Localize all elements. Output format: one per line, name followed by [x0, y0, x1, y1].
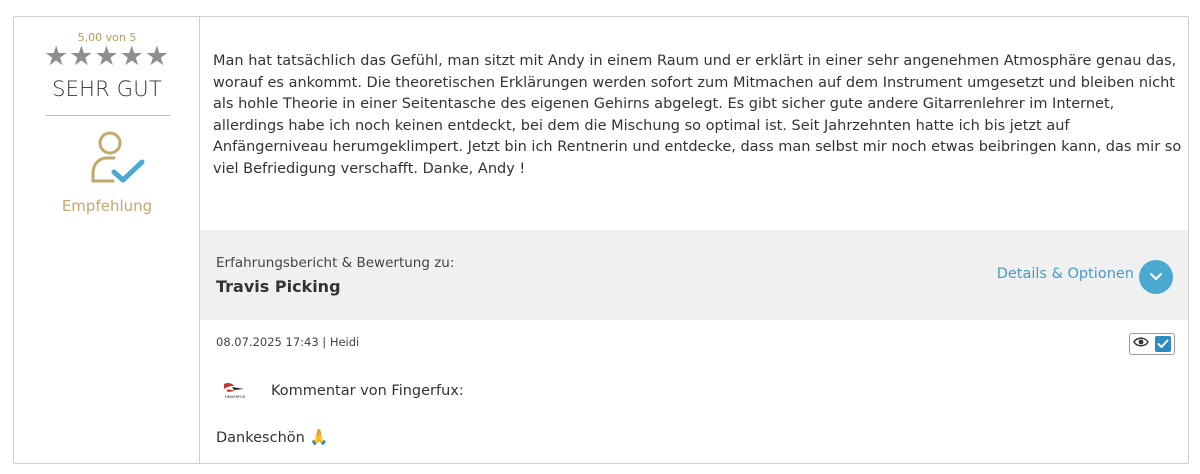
divider	[46, 115, 170, 116]
checkbox-checked-icon[interactable]	[1155, 336, 1171, 352]
user-check-icon	[91, 131, 145, 183]
review-card: 5,00 von 5 ★★★★★ SEHR GUT Empfehlung Man…	[13, 16, 1189, 464]
course-bar-label: Erfahrungsbericht & Bewertung zu:	[216, 255, 455, 271]
eye-icon[interactable]	[1133, 336, 1149, 352]
svg-text:FINGERFUX: FINGERFUX	[225, 395, 246, 399]
details-toggle-button[interactable]	[1139, 260, 1173, 294]
recommendation-label: Empfehlung	[61, 197, 153, 215]
review-text: Man hat tatsächlich das Gefühl, man sitz…	[213, 53, 1182, 177]
rating-label: SEHR GUT	[52, 77, 162, 101]
comment-body: Dankeschön	[216, 430, 305, 446]
praying-hands-icon: 🙏	[309, 428, 329, 446]
details-options-link[interactable]: Details & Optionen	[997, 266, 1134, 282]
course-title: Travis Picking	[216, 277, 341, 296]
chevron-down-icon	[1150, 273, 1162, 280]
visibility-toggle[interactable]	[1129, 333, 1175, 355]
fingerfux-logo: FINGERFUX	[224, 382, 246, 399]
comment-text: Dankeschön 🙏	[216, 428, 328, 446]
comment-heading: Kommentar von Fingerfux:	[271, 383, 464, 399]
course-bar: Erfahrungsbericht & Bewertung zu: Travis…	[200, 230, 1188, 320]
rating-stars: ★★★★★	[43, 41, 171, 72]
rating-panel: 5,00 von 5 ★★★★★ SEHR GUT Empfehlung	[14, 17, 200, 463]
review-meta: 08.07.2025 17:43 | Heidi	[216, 335, 360, 349]
